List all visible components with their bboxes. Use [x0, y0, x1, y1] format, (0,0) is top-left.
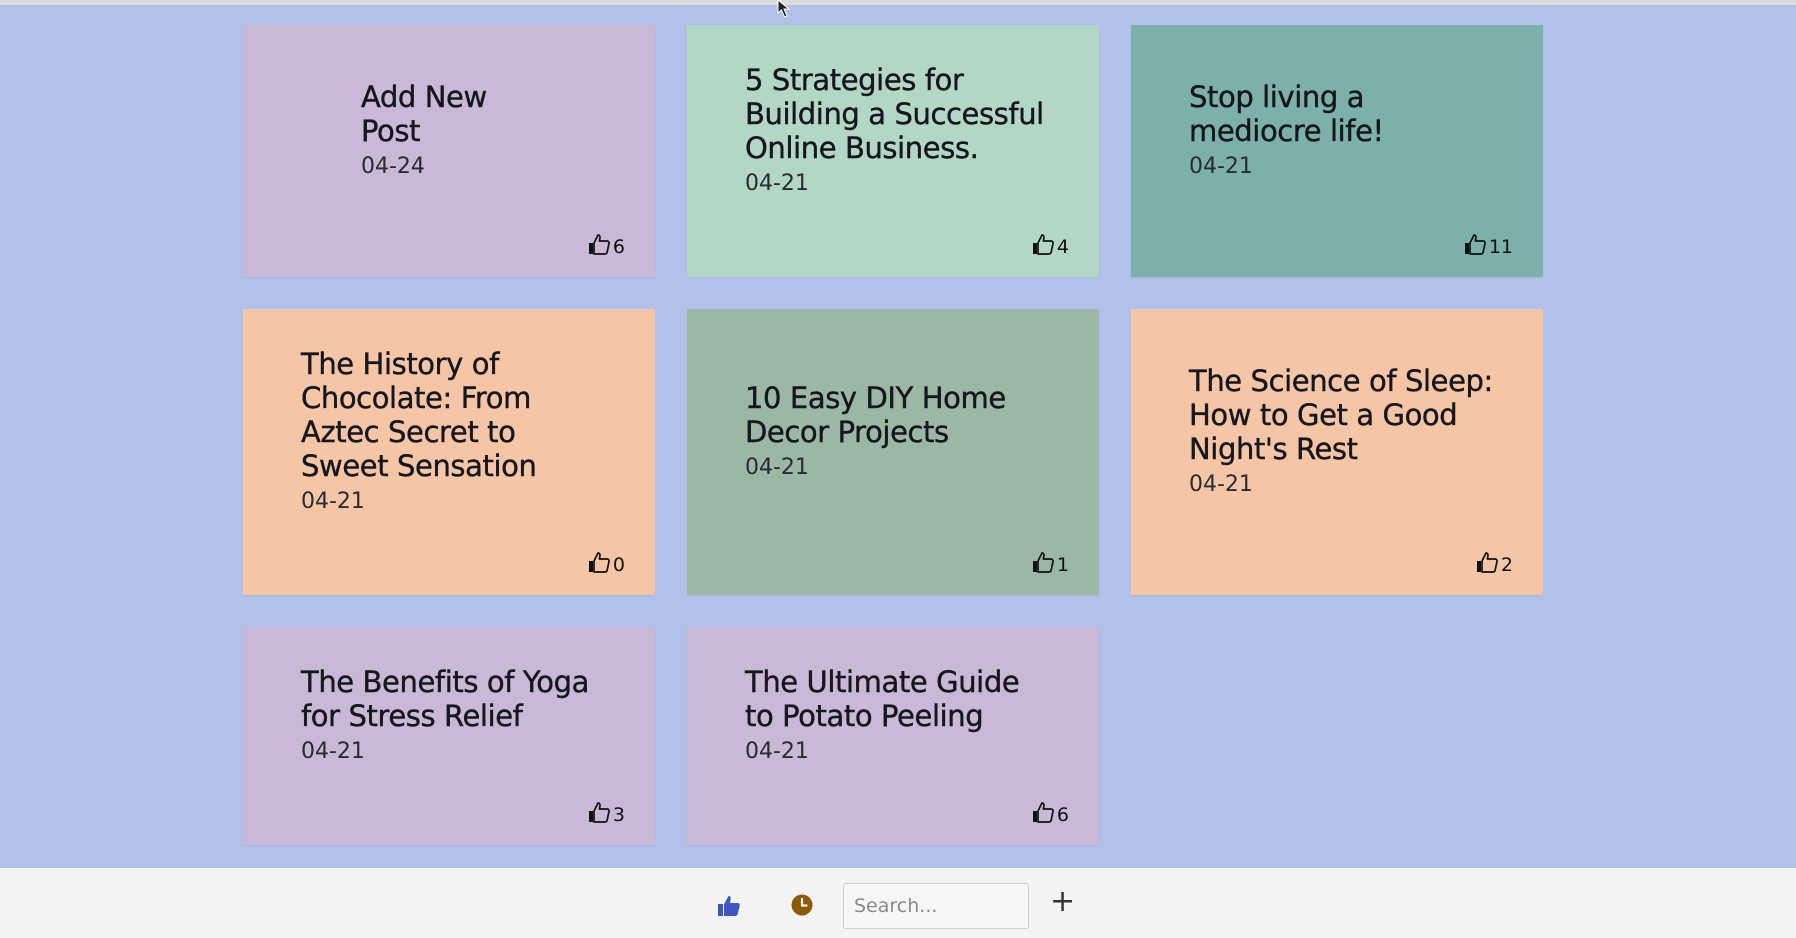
thumbs-up-icon: [588, 801, 613, 828]
post-card[interactable]: The Science of Sleep: How to Get a Good …: [1131, 309, 1543, 595]
posts-grid: Add New Post 04-24 6 5 Strategies for Bu…: [243, 25, 1543, 845]
sort-by-likes-button[interactable]: [716, 894, 742, 918]
post-date: 04-21: [1189, 472, 1253, 497]
like-count: 6: [612, 235, 625, 258]
add-new-post-card[interactable]: Add New Post 04-24 6: [243, 25, 655, 277]
thumbs-up-icon: [588, 551, 613, 578]
post-card[interactable]: 5 Strategies for Building a Successful O…: [687, 25, 1099, 277]
like-button[interactable]: 6: [1032, 801, 1069, 828]
like-button[interactable]: 0: [588, 551, 625, 578]
post-date: 04-21: [745, 739, 809, 764]
thumbs-up-icon: [716, 896, 742, 922]
like-button[interactable]: 2: [1476, 551, 1513, 578]
post-card[interactable]: The Benefits of Yoga for Stress Relief 0…: [243, 627, 655, 845]
post-title: The Ultimate Guide to Potato Peeling: [745, 665, 1020, 733]
like-count: 6: [1056, 803, 1069, 826]
post-date: 04-21: [1189, 154, 1253, 179]
post-date: 04-21: [745, 455, 809, 480]
post-date: 04-21: [745, 171, 809, 196]
thumbs-up-icon: [588, 233, 613, 260]
post-date: 04-21: [301, 739, 365, 764]
post-title: 10 Easy DIY Home Decor Projects: [745, 381, 1007, 449]
like-count: 2: [1500, 553, 1513, 576]
post-card[interactable]: Stop living a mediocre life! 04-21 11: [1131, 25, 1543, 277]
thumbs-up-icon: [1032, 551, 1057, 578]
like-button[interactable]: 4: [1032, 233, 1069, 260]
like-count: 3: [612, 803, 625, 826]
like-button[interactable]: 11: [1464, 233, 1513, 260]
post-card[interactable]: The History of Chocolate: From Aztec Sec…: [243, 309, 655, 595]
like-count: 11: [1488, 235, 1513, 258]
add-post-button[interactable]: +: [1050, 887, 1075, 917]
like-button[interactable]: 1: [1032, 551, 1069, 578]
thumbs-up-icon: [1464, 233, 1489, 260]
thumbs-up-icon: [1032, 233, 1057, 260]
post-title: Add New Post: [361, 80, 488, 148]
like-count: 1: [1056, 553, 1069, 576]
post-title: The History of Chocolate: From Aztec Sec…: [301, 347, 537, 483]
top-border: [0, 0, 1796, 5]
clock-icon: [790, 894, 814, 921]
post-date: 04-24: [361, 154, 425, 179]
thumbs-up-icon: [1032, 801, 1057, 828]
thumbs-up-icon: [1476, 551, 1501, 578]
post-date: 04-21: [301, 489, 365, 514]
post-title: The Science of Sleep: How to Get a Good …: [1189, 364, 1494, 466]
like-count: 4: [1056, 235, 1069, 258]
post-title: 5 Strategies for Building a Successful O…: [745, 63, 1045, 165]
like-button[interactable]: 3: [588, 801, 625, 828]
post-card[interactable]: 10 Easy DIY Home Decor Projects 04-21 1: [687, 309, 1099, 595]
post-title: Stop living a mediocre life!: [1189, 80, 1385, 148]
mouse-cursor-icon: [776, 0, 798, 20]
post-card[interactable]: The Ultimate Guide to Potato Peeling 04-…: [687, 627, 1099, 845]
sort-by-recent-button[interactable]: [790, 893, 814, 917]
like-count: 0: [612, 553, 625, 576]
post-title: The Benefits of Yoga for Stress Relief: [301, 665, 590, 733]
like-button[interactable]: 6: [588, 233, 625, 260]
search-input[interactable]: [843, 883, 1029, 929]
